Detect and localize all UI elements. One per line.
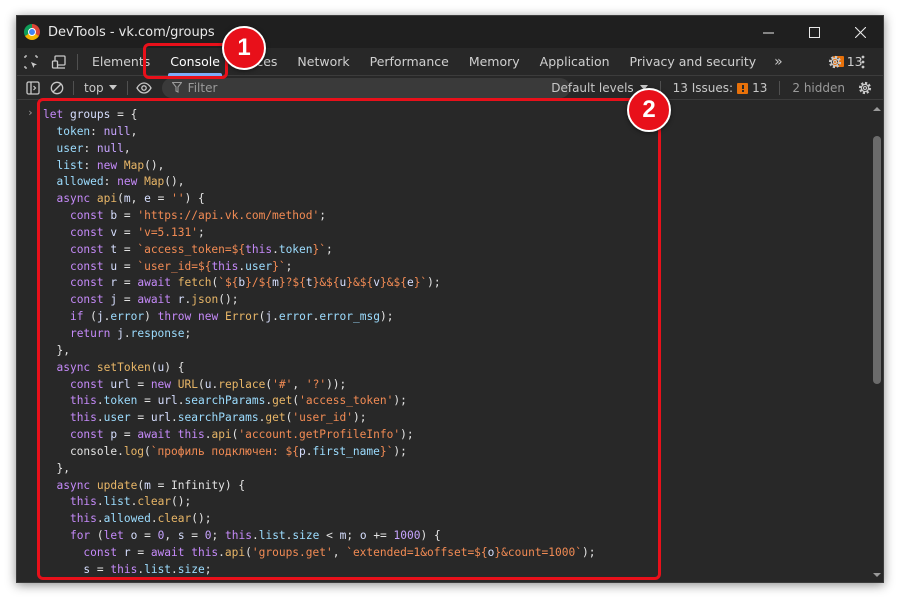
clear-console-button[interactable] [45, 76, 69, 100]
device-toolbar-button[interactable] [45, 48, 73, 76]
live-expression-button[interactable] [132, 76, 156, 100]
context-selector[interactable]: top [78, 81, 123, 95]
inspect-element-button[interactable] [17, 48, 45, 76]
filter-icon [171, 82, 182, 93]
eye-icon [135, 81, 152, 94]
settings-icon [858, 81, 872, 95]
clear-icon [50, 81, 64, 94]
issue-flag-icon [737, 82, 749, 94]
tab-privacy-and-security[interactable]: Privacy and security [620, 48, 767, 76]
window-title: DevTools - vk.com/groups [48, 24, 215, 40]
hidden-messages-count: 2 hidden [792, 81, 845, 95]
scrollbar-thumb[interactable] [873, 136, 881, 384]
more-tabs-button[interactable]: » [766, 54, 791, 70]
filter-input[interactable] [187, 80, 548, 95]
more-options-button[interactable] [849, 48, 877, 76]
chrome-logo-icon [24, 24, 40, 40]
window-controls [745, 16, 883, 48]
device-toolbar-icon [51, 54, 66, 69]
filter-box[interactable] [161, 77, 570, 98]
show-sidebar-button[interactable] [21, 76, 45, 100]
annotation-box-code [37, 98, 661, 580]
settings-button[interactable] [821, 48, 849, 76]
annotation-box-console-tab [143, 43, 228, 79]
tab-network[interactable]: Network [287, 48, 359, 76]
tab-performance[interactable]: Performance [360, 48, 459, 76]
console-toolbar: top Default levels 13 Issues: 13 [17, 76, 883, 100]
console-prompt-chevron: › [27, 106, 34, 119]
context-value: top [84, 80, 104, 95]
divider [126, 80, 128, 95]
close-button[interactable] [837, 16, 883, 48]
annotation-marker-2: 2 [627, 88, 671, 132]
console-scrollbar[interactable] [869, 100, 883, 582]
divider [77, 53, 78, 70]
maximize-button[interactable] [791, 16, 837, 48]
tab-application[interactable]: Application [530, 48, 620, 76]
divider [779, 81, 781, 95]
tabbar-actions [821, 48, 877, 76]
scroll-down-icon[interactable] [872, 570, 882, 580]
inspect-icon [24, 54, 38, 69]
console-settings-button[interactable] [853, 76, 877, 100]
settings-icon [828, 55, 842, 69]
console-toolbar-right: Default levels 13 Issues: 13 2 hidden [543, 76, 877, 100]
console-issues-button[interactable]: 13 Issues: 13 [665, 81, 776, 95]
more-vert-icon [861, 55, 865, 69]
sidebar-icon [26, 80, 40, 95]
issues-label: 13 Issues: [672, 81, 734, 95]
minimize-icon [762, 32, 774, 33]
tab-memory[interactable]: Memory [459, 48, 530, 76]
divider [73, 80, 74, 95]
scroll-up-icon[interactable] [872, 104, 882, 114]
log-levels-value: Default levels [551, 81, 634, 95]
minimize-button[interactable] [745, 16, 791, 48]
annotation-marker-1: 1 [222, 26, 266, 70]
caret-down-icon [108, 84, 117, 90]
maximize-icon [808, 26, 820, 38]
issues-count: 13 [752, 81, 768, 95]
close-icon [854, 26, 866, 38]
